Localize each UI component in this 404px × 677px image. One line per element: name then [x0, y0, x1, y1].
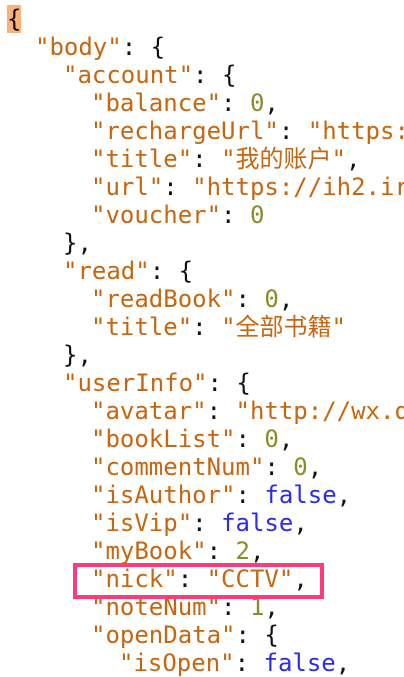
json-punctuation: ,: [279, 285, 293, 313]
json-line: "read": {: [63, 257, 193, 285]
json-punctuation: ,: [293, 509, 307, 537]
json-line: "readBook": 0,: [91, 285, 293, 313]
json-string: "全部书籍": [221, 313, 346, 341]
json-key: "url": [91, 173, 163, 201]
json-key: "myBook": [91, 537, 207, 565]
json-string: "我的账户": [221, 145, 346, 173]
json-punctuation: ,: [279, 425, 293, 453]
json-punctuation: },: [63, 229, 92, 257]
json-punctuation: :: [279, 117, 308, 145]
json-key: "avatar": [91, 397, 207, 425]
json-line: "isAuthor": false,: [91, 481, 351, 509]
json-line: "url": "https://ih2.ire: [91, 173, 404, 201]
json-punctuation: :: [236, 285, 265, 313]
json-line: },: [63, 341, 92, 369]
json-line: "bookList": 0,: [91, 425, 293, 453]
json-number: 0: [264, 285, 278, 313]
json-key: "body": [35, 33, 122, 61]
json-punctuation: :: [264, 453, 293, 481]
json-key: "commentNum": [91, 453, 264, 481]
json-key: "title": [91, 313, 192, 341]
json-line: "title": "全部书籍": [91, 313, 346, 341]
json-punctuation: :: [221, 201, 250, 229]
json-punctuation: :: [192, 509, 221, 537]
json-key: "voucher": [91, 201, 221, 229]
json-key: "isAuthor": [91, 481, 236, 509]
json-punctuation: },: [63, 341, 92, 369]
json-number: 0: [264, 425, 278, 453]
json-key: "bookList": [91, 425, 236, 453]
json-key: "balance": [91, 89, 221, 117]
json-punctuation: :: [235, 649, 264, 677]
json-line: "isOpen": false,: [119, 649, 350, 677]
json-punctuation: :: [207, 537, 236, 565]
json-key: "account": [63, 61, 193, 89]
json-string: "https://ih2.ire: [192, 173, 404, 201]
json-punctuation: :: [192, 145, 221, 173]
json-line: "title": "我的账户",: [91, 145, 360, 173]
json-line: "myBook": 2,: [91, 537, 264, 565]
json-punctuation: :: [192, 313, 221, 341]
json-punctuation: : {: [208, 369, 251, 397]
json-punctuation: :: [236, 425, 265, 453]
json-line: "balance": 0,: [91, 89, 279, 117]
json-line: "body": {: [35, 33, 165, 61]
json-key: "title": [91, 145, 192, 173]
json-boolean: false: [264, 481, 336, 509]
json-punctuation: : {: [150, 257, 193, 285]
json-punctuation: :: [207, 397, 236, 425]
json-punctuation: : {: [236, 621, 279, 649]
json-line: "avatar": "http://wx.ql: [91, 397, 404, 425]
json-number: 0: [250, 89, 264, 117]
json-punctuation: ,: [308, 453, 322, 481]
json-punctuation: ,: [336, 649, 350, 677]
json-punctuation: ,: [264, 89, 278, 117]
json-punctuation: : {: [122, 33, 165, 61]
nick-highlight-box: [73, 563, 324, 599]
json-line: "isVip": false,: [91, 509, 308, 537]
json-key: "isVip": [91, 509, 192, 537]
json-punctuation: :: [163, 173, 192, 201]
json-key: "rechargeUrl": [91, 117, 279, 145]
json-key: "isOpen": [119, 649, 235, 677]
json-line: "voucher": 0: [91, 201, 264, 229]
json-line: {: [7, 5, 21, 33]
json-line: "account": {: [63, 61, 236, 89]
json-number: 0: [250, 201, 264, 229]
json-line: "openData": {: [91, 621, 279, 649]
json-punctuation: ,: [250, 537, 264, 565]
json-boolean: false: [264, 649, 336, 677]
json-string: "https:/: [308, 117, 404, 145]
json-punctuation: :: [221, 89, 250, 117]
json-number: 2: [236, 537, 250, 565]
json-line: },: [63, 229, 92, 257]
json-punctuation: ,: [346, 145, 360, 173]
json-key: "userInfo": [63, 369, 208, 397]
json-key: "read": [63, 257, 150, 285]
json-line: "rechargeUrl": "https:/: [91, 117, 404, 145]
json-punctuation: ,: [337, 481, 351, 509]
json-punctuation: :: [236, 481, 265, 509]
json-punctuation: : {: [193, 61, 236, 89]
json-boolean: false: [221, 509, 293, 537]
json-punctuation: {: [7, 5, 21, 33]
json-string: "http://wx.ql: [236, 397, 404, 425]
json-key: "openData": [91, 621, 236, 649]
json-number: 0: [293, 453, 307, 481]
json-key: "readBook": [91, 285, 236, 313]
json-line: "commentNum": 0,: [91, 453, 322, 481]
json-line: "userInfo": {: [63, 369, 251, 397]
